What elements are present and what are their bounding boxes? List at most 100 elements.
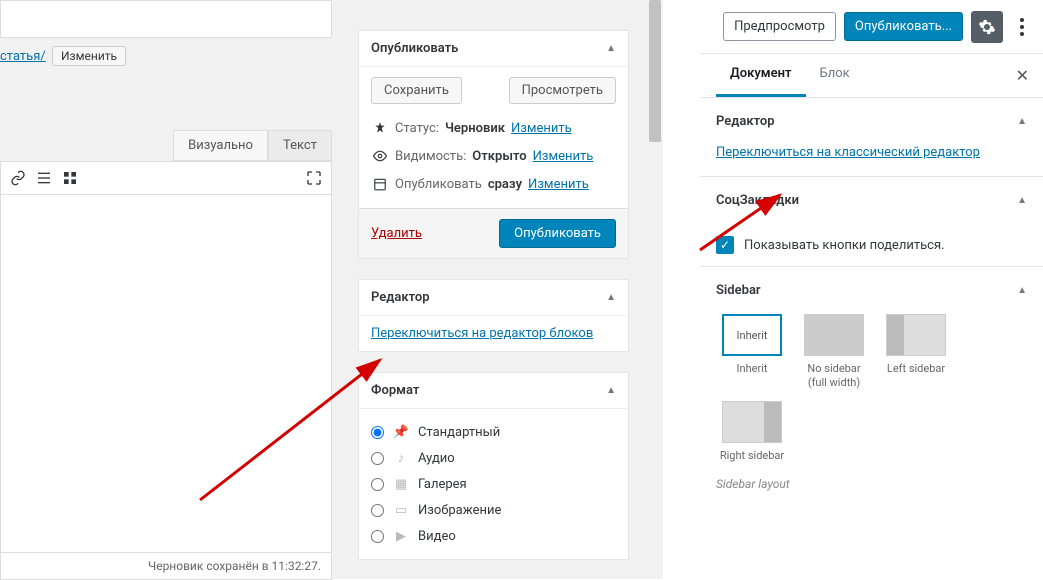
social-panel-toggle[interactable]: СоцЗакладки ▲ xyxy=(700,177,1043,224)
format-option-standard[interactable]: 📌 Стандартный xyxy=(371,419,616,445)
editor-metabox-toggle[interactable]: Редактор ▲ xyxy=(359,280,628,316)
editor-panel: Редактор ▲ Переключиться на классический… xyxy=(700,98,1043,177)
format-radio[interactable] xyxy=(371,504,384,517)
grid-icon[interactable] xyxy=(59,167,81,189)
sidebar-caption: Sidebar layout xyxy=(700,473,1043,495)
sidebar-option-label: Left sidebar xyxy=(880,362,952,376)
chevron-up-icon: ▲ xyxy=(1017,285,1027,296)
format-label: Видео xyxy=(418,529,456,544)
gear-icon xyxy=(978,18,996,36)
schedule-label: Опубликовать xyxy=(395,177,482,192)
sidebar-panel-title: Sidebar xyxy=(716,283,761,298)
delete-link[interactable]: Удалить xyxy=(371,226,422,241)
format-label: Аудио xyxy=(418,451,455,466)
format-radio[interactable] xyxy=(371,452,384,465)
publish-metabox: Опубликовать ▲ Сохранить Просмотреть Ста… xyxy=(358,30,629,259)
more-menu-button[interactable] xyxy=(1011,11,1033,43)
edit-visibility-link[interactable]: Изменить xyxy=(533,149,594,164)
format-option-gallery[interactable]: ▦ Галерея xyxy=(371,471,616,497)
video-icon: ▶ xyxy=(392,527,410,545)
visibility-value: Открыто xyxy=(472,149,526,164)
permalink-slug[interactable]: статья/ xyxy=(0,49,46,64)
permalink-row: статья/ Изменить xyxy=(0,38,342,70)
chevron-up-icon: ▲ xyxy=(606,43,616,54)
format-radio[interactable] xyxy=(371,530,384,543)
publish-button[interactable]: Опубликовать... xyxy=(844,12,963,41)
format-label: Стандартный xyxy=(418,425,500,440)
sidebar-option-inherit[interactable]: Inherit Inherit xyxy=(716,314,788,391)
pin-icon: 📌 xyxy=(392,423,410,441)
sidebar-thumb xyxy=(722,401,782,443)
chevron-up-icon: ▲ xyxy=(606,292,616,303)
sidebar-option-right[interactable]: Right sidebar xyxy=(716,401,788,463)
format-option-image[interactable]: ▭ Изображение xyxy=(371,497,616,523)
sidebar-option-label: Inherit xyxy=(716,362,788,376)
chevron-up-icon: ▲ xyxy=(1017,195,1027,206)
publish-title: Опубликовать xyxy=(371,41,458,56)
sidebar-thumb xyxy=(886,314,946,356)
sidebar-thumb: Inherit xyxy=(722,314,782,356)
sidebar-thumb xyxy=(804,314,864,356)
tab-text[interactable]: Текст xyxy=(268,130,332,161)
preview-button[interactable]: Просмотреть xyxy=(509,77,616,104)
sidebar-option-left[interactable]: Left sidebar xyxy=(880,314,952,391)
post-title-input[interactable] xyxy=(0,0,332,38)
format-metabox-toggle[interactable]: Формат ▲ xyxy=(359,373,628,409)
preview-button[interactable]: Предпросмотр xyxy=(723,12,836,41)
editor-metabox: Редактор ▲ Переключиться на редактор бло… xyxy=(358,279,629,352)
settings-button[interactable] xyxy=(971,11,1003,43)
gallery-icon: ▦ xyxy=(392,475,410,493)
editor-box-title: Редактор xyxy=(371,290,430,305)
save-draft-button[interactable]: Сохранить xyxy=(371,77,462,104)
list-icon[interactable] xyxy=(33,167,55,189)
publish-button[interactable]: Опубликовать xyxy=(499,219,616,248)
eye-icon xyxy=(371,147,389,165)
format-title: Формат xyxy=(371,383,419,398)
chevron-up-icon: ▲ xyxy=(1017,116,1027,127)
link-icon[interactable] xyxy=(7,167,29,189)
editor-toolbar xyxy=(0,161,332,195)
sidebar-option-label: No sidebar (full width) xyxy=(798,362,870,391)
sidebar-panel: Sidebar ▲ Inherit Inherit No sidebar (fu… xyxy=(700,267,1043,495)
format-option-audio[interactable]: ♪ Аудио xyxy=(371,445,616,471)
scrollbar[interactable] xyxy=(647,0,663,579)
chevron-up-icon: ▲ xyxy=(606,385,616,396)
visibility-label: Видимость: xyxy=(395,149,466,164)
publish-metabox-toggle[interactable]: Опубликовать ▲ xyxy=(359,31,628,67)
format-label: Галерея xyxy=(418,477,467,492)
tab-block[interactable]: Блок xyxy=(806,54,864,97)
sidebar-option-none[interactable]: No sidebar (full width) xyxy=(798,314,870,391)
close-icon[interactable]: ✕ xyxy=(1016,66,1029,85)
schedule-value: сразу xyxy=(488,177,522,192)
share-checkbox-label: Показывать кнопки поделиться. xyxy=(744,238,945,253)
sidebar-tabs: Документ Блок ✕ xyxy=(700,54,1043,98)
share-checkbox[interactable]: ✓ xyxy=(716,236,734,254)
edit-status-link[interactable]: Изменить xyxy=(511,121,572,136)
dots-vertical-icon xyxy=(1020,18,1024,36)
edit-schedule-link[interactable]: Изменить xyxy=(528,177,589,192)
fullscreen-icon[interactable] xyxy=(303,167,325,189)
social-panel: СоцЗакладки ▲ ✓ Показывать кнопки подели… xyxy=(700,177,1043,267)
image-icon: ▭ xyxy=(392,501,410,519)
format-metabox: Формат ▲ 📌 Стандартный ♪ Аудио ▦ Галере xyxy=(358,372,629,560)
tab-visual[interactable]: Визуально xyxy=(173,130,268,161)
format-radio[interactable] xyxy=(371,478,384,491)
switch-to-block-editor-link[interactable]: Переключиться на редактор блоков xyxy=(371,326,593,341)
sidebar-panel-toggle[interactable]: Sidebar ▲ xyxy=(700,267,1043,314)
calendar-icon xyxy=(371,175,389,193)
top-toolbar: Предпросмотр Опубликовать... xyxy=(700,0,1043,54)
status-value: Черновик xyxy=(445,121,505,136)
sidebar-option-label: Right sidebar xyxy=(716,449,788,463)
format-radio[interactable] xyxy=(371,426,384,439)
scroll-thumb[interactable] xyxy=(649,0,661,142)
editor-panel-title: Редактор xyxy=(716,114,775,129)
edit-slug-button[interactable]: Изменить xyxy=(52,46,126,66)
status-label: Статус: xyxy=(395,121,439,136)
format-label: Изображение xyxy=(418,503,501,518)
switch-to-classic-editor-link[interactable]: Переключиться на классический редактор xyxy=(716,145,980,160)
editor-content[interactable] xyxy=(0,195,332,553)
tab-document[interactable]: Документ xyxy=(716,54,806,97)
social-panel-title: СоцЗакладки xyxy=(716,193,799,208)
format-option-video[interactable]: ▶ Видео xyxy=(371,523,616,549)
editor-panel-toggle[interactable]: Редактор ▲ xyxy=(700,98,1043,145)
